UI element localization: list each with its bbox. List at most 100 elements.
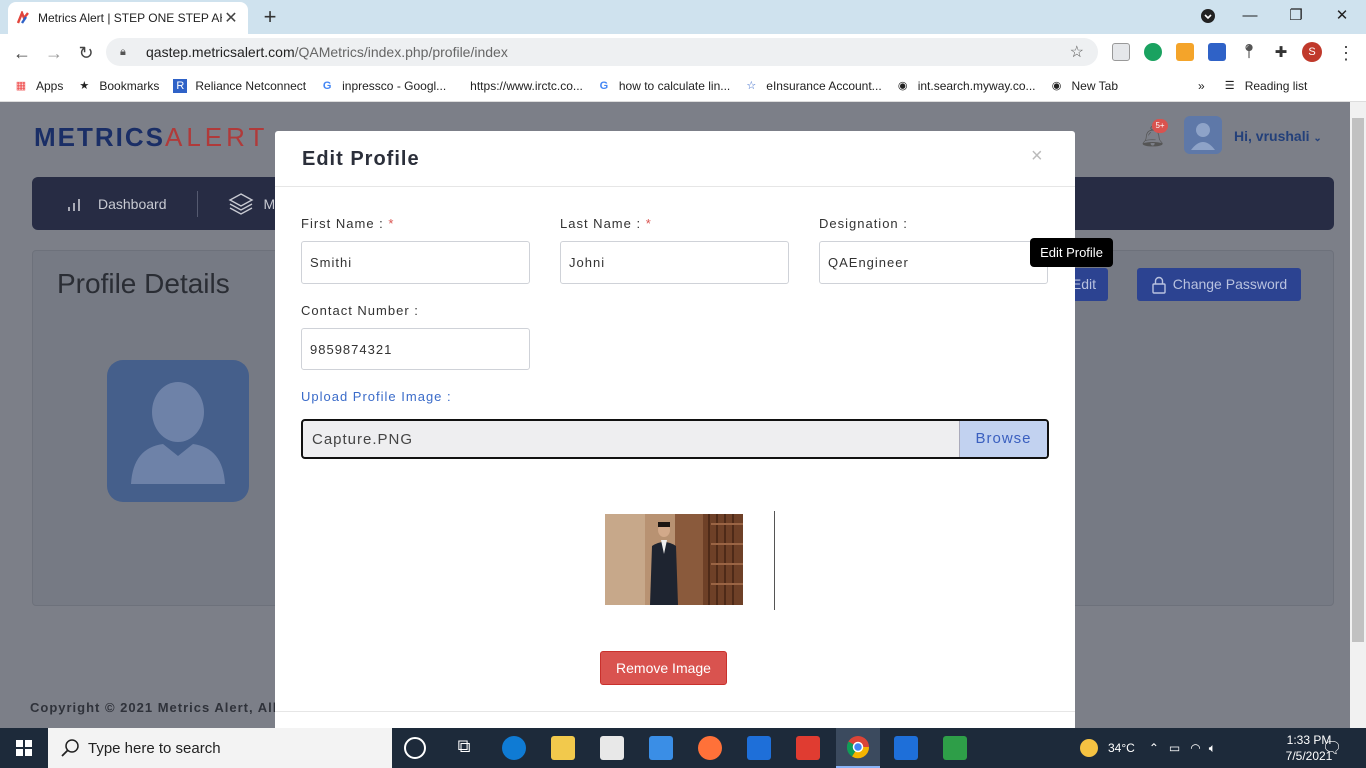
designation-input[interactable]	[819, 241, 1048, 284]
ui-extension-icon[interactable]	[1208, 43, 1226, 61]
metricsalert-logo: METRICSALERT	[34, 122, 269, 152]
modal-footer-divider	[275, 711, 1075, 712]
bookmark-irctc[interactable]: https://www.irctc.co...	[470, 79, 583, 93]
layers-icon	[228, 192, 253, 215]
lock-icon	[1152, 276, 1166, 294]
bookmark-star-icon[interactable]: ☆	[1070, 42, 1084, 62]
url-path: /QAMetrics/index.php/profile/index	[294, 44, 508, 60]
tab-close-icon[interactable]: ✕	[222, 8, 240, 28]
upload-profile-image-label: Upload Profile Image :	[301, 389, 452, 404]
designation-label: Designation :	[819, 216, 908, 231]
temperature[interactable]: 34°C	[1108, 741, 1135, 755]
bookmark-inpressco[interactable]: Ginpressco - Googl...	[320, 79, 446, 93]
scrollbar-thumb[interactable]	[1352, 118, 1364, 642]
profile-image-file-input[interactable]: Capture.PNG Browse	[301, 419, 1049, 459]
google-icon: G	[599, 79, 609, 92]
shield-extension-icon[interactable]	[1176, 43, 1194, 61]
battery-icon[interactable]: ▭	[1169, 741, 1180, 755]
bookmark-apps[interactable]: ▦ Apps	[14, 79, 64, 93]
profile-image-preview	[605, 514, 743, 605]
anydesk-icon[interactable]	[796, 736, 820, 760]
more-bookmarks-chevron-icon[interactable]: »	[1198, 79, 1205, 93]
reload-button[interactable]: ↻	[74, 42, 98, 64]
mail-icon[interactable]	[649, 736, 673, 760]
edge-icon[interactable]	[502, 736, 526, 760]
minimize-button[interactable]: —	[1230, 4, 1270, 28]
bookmark-reliance[interactable]: R Reliance Netconnect	[173, 78, 306, 93]
window-close-button[interactable]: ✕	[1322, 4, 1362, 28]
remove-image-button[interactable]: Remove Image	[600, 651, 727, 685]
tab-search-button[interactable]	[1188, 4, 1228, 28]
user-greeting[interactable]: Hi, vrushali ⌄	[1234, 128, 1322, 144]
edit-profile-modal: Edit Profile × First Name : * Last Name …	[275, 131, 1075, 728]
bookmark-newtab[interactable]: ◉ New Tab	[1050, 79, 1118, 93]
modal-title: Edit Profile	[302, 148, 420, 170]
store-icon[interactable]	[600, 736, 624, 760]
browse-button[interactable]: Browse	[959, 421, 1047, 457]
nav-dashboard[interactable]: Dashboard	[66, 195, 167, 213]
reading-list[interactable]: ☰ Reading list	[1223, 79, 1308, 93]
back-button[interactable]: ←	[10, 42, 34, 64]
firefox-icon[interactable]	[698, 736, 722, 760]
start-button[interactable]	[0, 728, 48, 768]
profile-avatar-large	[107, 360, 249, 502]
bar-chart-icon	[68, 198, 80, 211]
globe-icon: ◉	[1051, 79, 1062, 92]
restore-button[interactable]: ❐	[1276, 4, 1316, 28]
einsurance-icon: ☆	[746, 79, 757, 92]
file-explorer-icon[interactable]	[551, 736, 575, 760]
profile-avatar[interactable]: S	[1302, 42, 1322, 62]
app-s2-icon[interactable]	[894, 736, 918, 760]
bookmark-myway[interactable]: ◉ int.search.myway.co...	[896, 79, 1036, 93]
task-view-icon[interactable]: ⧉	[452, 736, 476, 760]
bookmark-einsurance[interactable]: ☆ eInsurance Account...	[744, 79, 881, 93]
taskbar-search-placeholder: Type here to search	[88, 739, 221, 757]
chevron-down-icon: ⌄	[1313, 133, 1322, 144]
bookmark-calculate[interactable]: Ghow to calculate lin...	[597, 79, 731, 93]
tray-chevron-up-icon[interactable]: ⌃	[1149, 741, 1159, 755]
browser-menu-icon[interactable]: ⋮	[1334, 42, 1358, 64]
system-tray: 34°C ⌃ ▭ ◠ 🔈︎	[1080, 728, 1216, 768]
browser-tab[interactable]: Metrics Alert | STEP ONE STEP AH ✕	[8, 2, 248, 34]
weather-icon[interactable]	[1080, 739, 1098, 757]
puzzle-extensions-icon[interactable]: ✚	[1272, 43, 1290, 61]
preview-divider	[774, 511, 775, 610]
reader-extension-icon[interactable]	[1112, 43, 1130, 61]
last-name-label: Last Name : *	[560, 216, 652, 231]
windows-logo-icon	[16, 740, 32, 756]
chrome-taskbar-active[interactable]	[836, 728, 880, 768]
bookmarks-bar: ▦ Apps ★ Bookmarks R Reliance Netconnect Gi…	[0, 70, 1366, 102]
cortana-icon[interactable]	[404, 737, 426, 759]
wifi-icon[interactable]: ◠	[1190, 741, 1200, 755]
location-pin-icon[interactable]: 📍︎	[1240, 43, 1258, 61]
user-silhouette-icon	[131, 382, 225, 484]
grammarly-extension-icon[interactable]	[1144, 43, 1162, 61]
nav-module[interactable]: M	[228, 191, 275, 217]
media-player-icon[interactable]	[943, 736, 967, 760]
forward-button[interactable]: →	[42, 42, 66, 64]
address-bar[interactable]: 🔒︎ qastep.metricsalert.com/QAMetrics/ind…	[106, 38, 1098, 66]
metricsalert-favicon-icon	[16, 11, 29, 24]
user-avatar[interactable]	[1184, 116, 1222, 154]
taskbar-search[interactable]: Type here to search	[48, 728, 392, 768]
new-tab-button[interactable]: +	[258, 4, 282, 30]
volume-icon[interactable]: 🔈︎	[1209, 741, 1216, 756]
first-name-input[interactable]	[301, 241, 530, 284]
contact-number-input[interactable]	[301, 328, 530, 370]
globe-icon: ◉	[897, 79, 908, 92]
edit-profile-tooltip: Edit Profile	[1030, 238, 1113, 267]
man-in-suit-photo	[605, 514, 743, 605]
modal-close-icon[interactable]: ×	[1031, 145, 1043, 168]
nav-divider	[196, 190, 198, 217]
change-password-button[interactable]: Change Password	[1137, 268, 1301, 301]
last-name-input[interactable]	[560, 241, 789, 284]
url-host: qastep.metricsalert.com	[146, 44, 295, 60]
chrome-icon	[846, 736, 870, 759]
selected-file-name: Capture.PNG	[312, 430, 414, 448]
notifications-icon[interactable]: 🗨︎	[1322, 738, 1342, 758]
reading-list-icon: ☰	[1224, 79, 1235, 92]
user-silhouette-icon	[1191, 123, 1215, 150]
bookmark-bookmarks[interactable]: ★ Bookmarks	[77, 79, 159, 93]
app-s-icon[interactable]	[747, 736, 771, 760]
reliance-icon: R	[173, 78, 188, 93]
